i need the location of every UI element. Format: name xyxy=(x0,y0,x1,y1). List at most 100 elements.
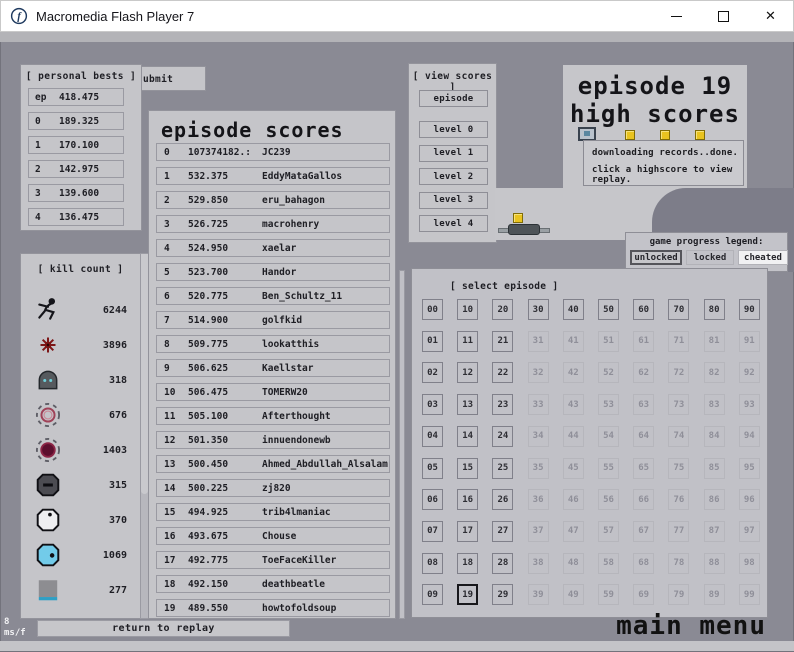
episode-cell-21[interactable]: 21 xyxy=(492,330,514,352)
episode-cell-08[interactable]: 08 xyxy=(422,552,443,574)
highscore-row[interactable]: 6 520.775 Ben_Schultz_11 xyxy=(156,287,390,305)
episode-cell-38[interactable]: 38 xyxy=(527,552,549,574)
highscore-row[interactable]: 3 526.725 macrohenry xyxy=(156,215,390,233)
episode-cell-01[interactable]: 01 xyxy=(422,330,443,352)
episode-cell-36[interactable]: 36 xyxy=(527,489,549,511)
episode-cell-12[interactable]: 12 xyxy=(457,362,479,384)
episode-cell-47[interactable]: 47 xyxy=(562,520,584,542)
episode-cell-85[interactable]: 85 xyxy=(703,457,725,479)
episode-cell-87[interactable]: 87 xyxy=(703,520,725,542)
episode-cell-72[interactable]: 72 xyxy=(668,362,690,384)
episode-cell-33[interactable]: 33 xyxy=(527,394,549,416)
episode-cell-97[interactable]: 97 xyxy=(738,520,760,542)
episode-cell-39[interactable]: 39 xyxy=(527,584,549,606)
episode-cell-88[interactable]: 88 xyxy=(703,552,725,574)
episode-cell-96[interactable]: 96 xyxy=(738,489,760,511)
episode-cell-66[interactable]: 66 xyxy=(633,489,655,511)
episode-cell-32[interactable]: 32 xyxy=(527,362,549,384)
episode-cell-42[interactable]: 42 xyxy=(562,362,584,384)
view-scores-button-level-2[interactable]: level 2 xyxy=(419,168,488,185)
episode-cell-41[interactable]: 41 xyxy=(562,330,584,352)
highscore-row[interactable]: 14 500.225 zj820 xyxy=(156,479,390,497)
view-scores-button-level-4[interactable]: level 4 xyxy=(419,215,488,232)
highscore-row[interactable]: 10 506.475 TOMERW20 xyxy=(156,383,390,401)
episode-cell-95[interactable]: 95 xyxy=(738,457,760,479)
episode-cell-68[interactable]: 68 xyxy=(633,552,655,574)
view-scores-button-level-3[interactable]: level 3 xyxy=(419,191,488,209)
episode-cell-35[interactable]: 35 xyxy=(527,457,549,479)
highscore-row[interactable]: 15 494.925 trib4lmaniac xyxy=(156,503,390,521)
episode-cell-89[interactable]: 89 xyxy=(703,584,725,606)
return-to-replay-button[interactable]: return to replay xyxy=(37,620,290,637)
highscore-row[interactable]: 4 524.950 xaelar xyxy=(156,239,390,257)
highscore-row[interactable]: 16 493.675 Chouse xyxy=(156,527,390,545)
highscore-row[interactable]: 17 492.775 ToeFaceKiller xyxy=(156,551,390,569)
episode-cell-63[interactable]: 63 xyxy=(633,394,655,416)
episode-cell-04[interactable]: 04 xyxy=(422,425,443,447)
highscore-row[interactable]: 0 107374182.: JC239 xyxy=(156,143,390,161)
episode-cell-90[interactable]: 90 xyxy=(738,299,760,320)
episode-cell-84[interactable]: 84 xyxy=(703,425,725,447)
episode-cell-29[interactable]: 29 xyxy=(492,584,514,606)
episode-cell-98[interactable]: 98 xyxy=(738,552,760,574)
scrollbar-thumb[interactable] xyxy=(141,254,148,494)
episode-cell-75[interactable]: 75 xyxy=(668,457,690,479)
episode-cell-80[interactable]: 80 xyxy=(703,299,725,320)
episode-cell-46[interactable]: 46 xyxy=(562,489,584,511)
episode-cell-74[interactable]: 74 xyxy=(668,425,690,447)
episode-cell-83[interactable]: 83 xyxy=(703,394,725,416)
episode-cell-71[interactable]: 71 xyxy=(668,330,690,352)
episode-cell-02[interactable]: 02 xyxy=(422,362,443,384)
episode-cell-49[interactable]: 49 xyxy=(562,584,584,606)
episode-cell-64[interactable]: 64 xyxy=(633,425,655,447)
episode-cell-07[interactable]: 07 xyxy=(422,520,443,542)
episode-cell-52[interactable]: 52 xyxy=(598,362,619,384)
episode-cell-24[interactable]: 24 xyxy=(492,425,514,447)
episode-cell-10[interactable]: 10 xyxy=(457,299,479,320)
episode-cell-67[interactable]: 67 xyxy=(633,520,655,542)
episode-cell-34[interactable]: 34 xyxy=(527,425,549,447)
episode-cell-79[interactable]: 79 xyxy=(668,584,690,606)
episode-cell-62[interactable]: 62 xyxy=(633,362,655,384)
episode-scores-scrollbar[interactable] xyxy=(399,270,405,619)
episode-cell-43[interactable]: 43 xyxy=(562,394,584,416)
episode-cell-16[interactable]: 16 xyxy=(457,489,479,511)
episode-cell-58[interactable]: 58 xyxy=(598,552,619,574)
episode-cell-56[interactable]: 56 xyxy=(598,489,619,511)
episode-cell-25[interactable]: 25 xyxy=(492,457,514,479)
episode-cell-23[interactable]: 23 xyxy=(492,394,514,416)
episode-cell-69[interactable]: 69 xyxy=(633,584,655,606)
close-button[interactable]: ✕ xyxy=(747,0,794,32)
view-scores-button-level-0[interactable]: level 0 xyxy=(419,121,488,138)
episode-cell-18[interactable]: 18 xyxy=(457,552,479,574)
episode-cell-70[interactable]: 70 xyxy=(668,299,690,320)
episode-cell-76[interactable]: 76 xyxy=(668,489,690,511)
episode-cell-22[interactable]: 22 xyxy=(492,362,514,384)
highscore-row[interactable]: 11 505.100 Afterthought xyxy=(156,407,390,425)
episode-cell-48[interactable]: 48 xyxy=(562,552,584,574)
episode-cell-54[interactable]: 54 xyxy=(598,425,619,447)
episode-cell-51[interactable]: 51 xyxy=(598,330,619,352)
episode-cell-20[interactable]: 20 xyxy=(492,299,514,320)
episode-cell-44[interactable]: 44 xyxy=(562,425,584,447)
episode-cell-28[interactable]: 28 xyxy=(492,552,514,574)
episode-cell-13[interactable]: 13 xyxy=(457,394,479,416)
episode-cell-30[interactable]: 30 xyxy=(527,299,549,320)
episode-cell-14[interactable]: 14 xyxy=(457,425,479,447)
view-scores-button-episode[interactable]: episode xyxy=(419,90,488,107)
episode-cell-31[interactable]: 31 xyxy=(527,330,549,352)
episode-cell-17[interactable]: 17 xyxy=(457,520,479,542)
episode-cell-93[interactable]: 93 xyxy=(738,394,760,416)
episode-cell-57[interactable]: 57 xyxy=(598,520,619,542)
episode-cell-15[interactable]: 15 xyxy=(457,457,479,479)
episode-cell-99[interactable]: 99 xyxy=(738,584,760,606)
episode-cell-77[interactable]: 77 xyxy=(668,520,690,542)
episode-cell-06[interactable]: 06 xyxy=(422,489,443,511)
highscore-row[interactable]: 5 523.700 Handor xyxy=(156,263,390,281)
maximize-button[interactable] xyxy=(700,0,747,32)
episode-cell-00[interactable]: 00 xyxy=(422,299,443,320)
episode-cell-40[interactable]: 40 xyxy=(562,299,584,320)
episode-cell-09[interactable]: 09 xyxy=(422,584,443,606)
minimize-button[interactable] xyxy=(653,0,700,32)
main-menu-button[interactable]: main menu xyxy=(616,611,766,641)
